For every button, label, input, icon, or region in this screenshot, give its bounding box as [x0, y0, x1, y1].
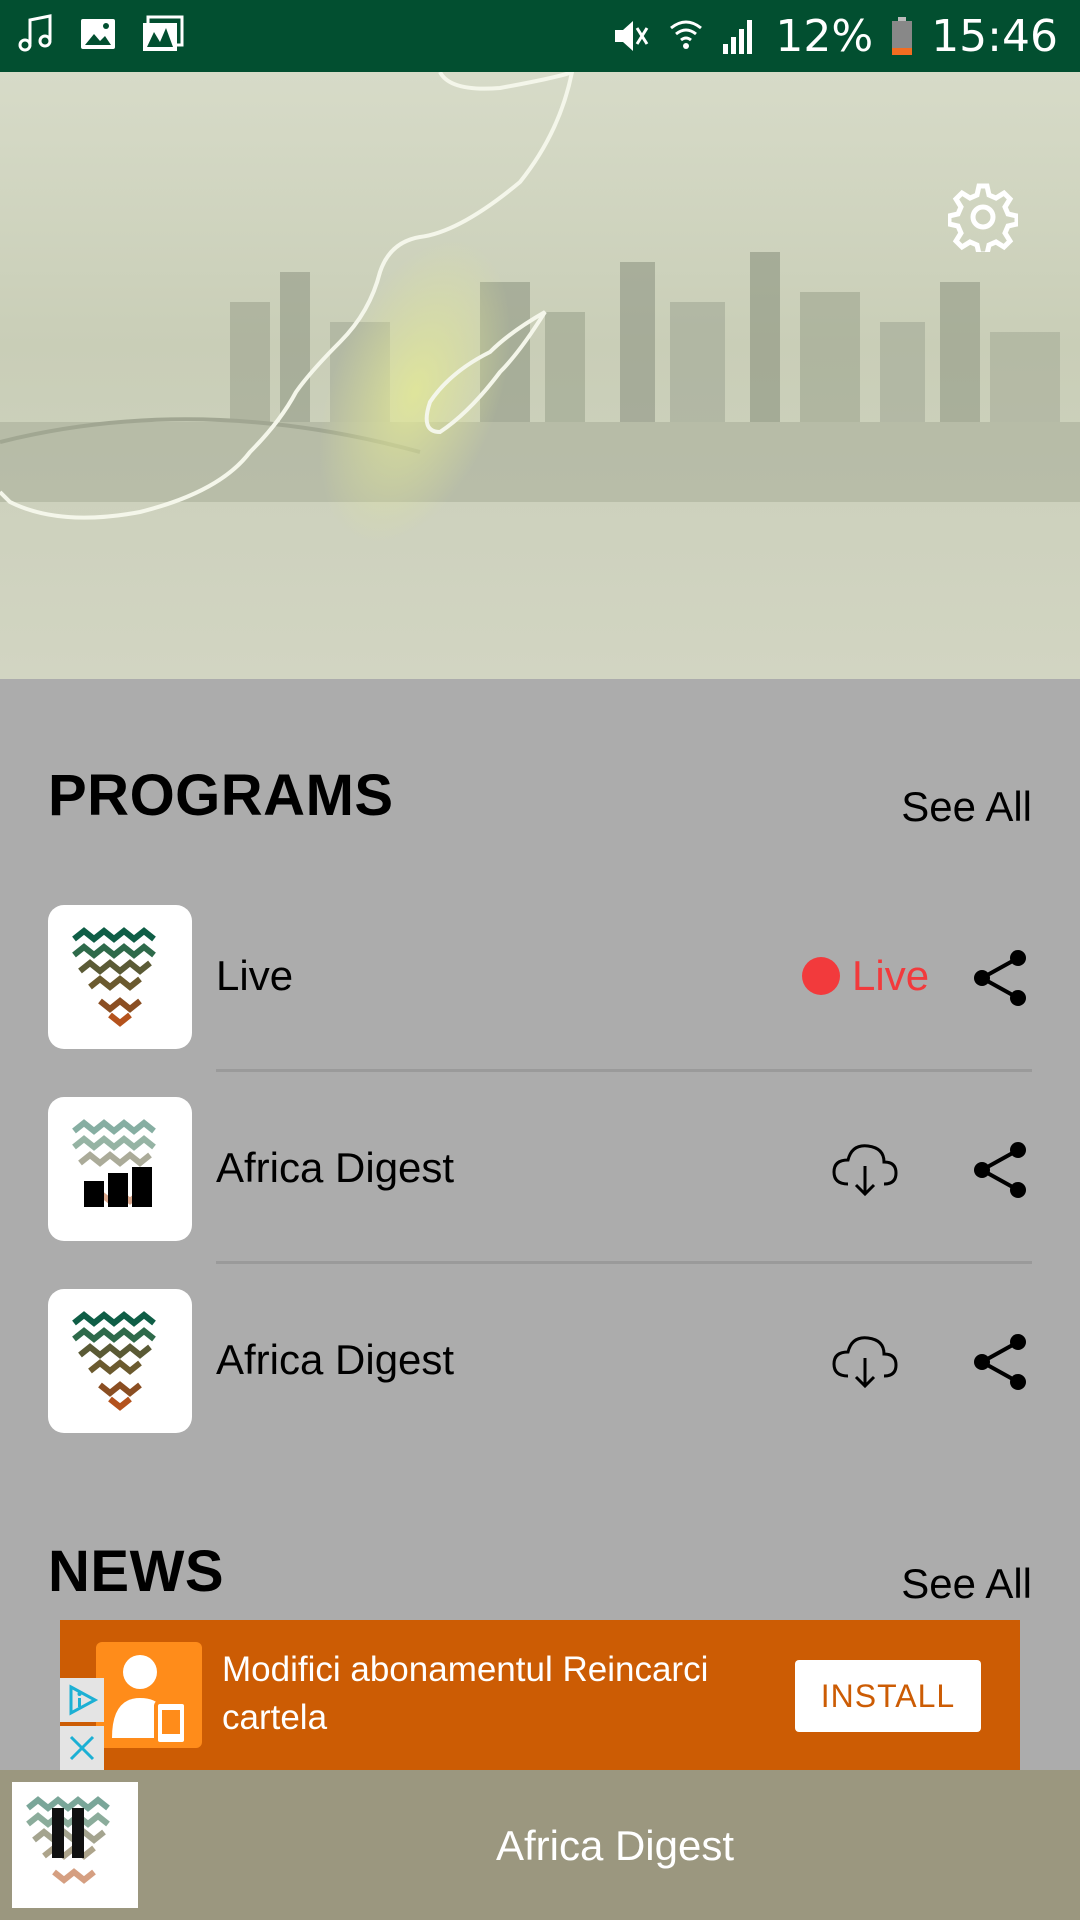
- program-logo: [48, 905, 192, 1049]
- download-button[interactable]: [830, 1140, 900, 1200]
- program-title: Africa Digest: [216, 1336, 455, 1383]
- ad-choices[interactable]: [60, 1678, 104, 1770]
- now-playing-title: Africa Digest: [495, 1822, 735, 1869]
- signal-icon: [721, 16, 757, 56]
- gallery-icon: [140, 14, 186, 54]
- news-see-all-button[interactable]: See All: [901, 1560, 1032, 1608]
- program-logo: [48, 1097, 192, 1241]
- africa-tree-logo-icon: [72, 927, 156, 1027]
- share-button[interactable]: [970, 948, 1032, 1008]
- share-icon: [974, 1334, 1026, 1390]
- cloud-download-icon: [832, 1336, 898, 1389]
- share-button[interactable]: [970, 1332, 1032, 1392]
- programs-see-all-button[interactable]: See All: [901, 783, 1032, 831]
- battery-percent: 12%: [775, 10, 874, 62]
- wifi-icon: [669, 16, 703, 56]
- ad-text: Modifici abonamentul Reincarci cartela: [222, 1650, 709, 1737]
- live-dot-icon: [802, 957, 840, 995]
- equalizer-icon: [84, 1167, 152, 1207]
- image-icon: [78, 14, 118, 54]
- hero-banner: [0, 72, 1080, 679]
- programs-title: PROGRAMS: [48, 763, 394, 828]
- program-row-africa-digest-1[interactable]: Africa Digest: [0, 1064, 1080, 1256]
- ad-info-button[interactable]: [60, 1678, 104, 1722]
- share-button[interactable]: [970, 1140, 1032, 1200]
- music-note-icon: [16, 14, 56, 54]
- cloud-download-icon: [832, 1144, 898, 1197]
- share-icon: [974, 950, 1026, 1006]
- ad-banner[interactable]: Modifici abonamentul Reincarci cartela I…: [60, 1620, 1020, 1770]
- close-icon: [69, 1735, 95, 1761]
- settings-button[interactable]: [948, 182, 1018, 252]
- install-button[interactable]: INSTALL: [795, 1660, 981, 1732]
- ad-choices-icon: [69, 1684, 99, 1716]
- program-title: Africa Digest: [216, 1144, 455, 1191]
- live-status-badge: Live: [802, 952, 929, 1000]
- download-button[interactable]: [830, 1332, 900, 1392]
- mini-player[interactable]: Africa Digest: [0, 1770, 1080, 1920]
- user-phone-icon: [112, 1655, 188, 1746]
- africa-outline-image: [0, 72, 575, 520]
- program-logo: [48, 1289, 192, 1433]
- clock: 15:46: [931, 10, 1058, 62]
- program-row-live[interactable]: Live Live: [0, 872, 1080, 1064]
- gear-icon: [948, 183, 1018, 252]
- battery-icon: [891, 16, 913, 56]
- ad-app-icon: [96, 1642, 202, 1748]
- news-title: NEWS: [48, 1539, 224, 1604]
- share-icon: [974, 1142, 1026, 1198]
- mute-icon: [611, 16, 651, 56]
- africa-tree-logo-icon: [72, 1311, 156, 1411]
- ad-close-button[interactable]: [60, 1726, 104, 1770]
- status-bar: 12% 15:46: [0, 0, 1080, 72]
- program-row-africa-digest-2[interactable]: Africa Digest: [0, 1256, 1080, 1448]
- program-title: Live: [216, 952, 294, 999]
- live-status-label: Live: [852, 952, 930, 999]
